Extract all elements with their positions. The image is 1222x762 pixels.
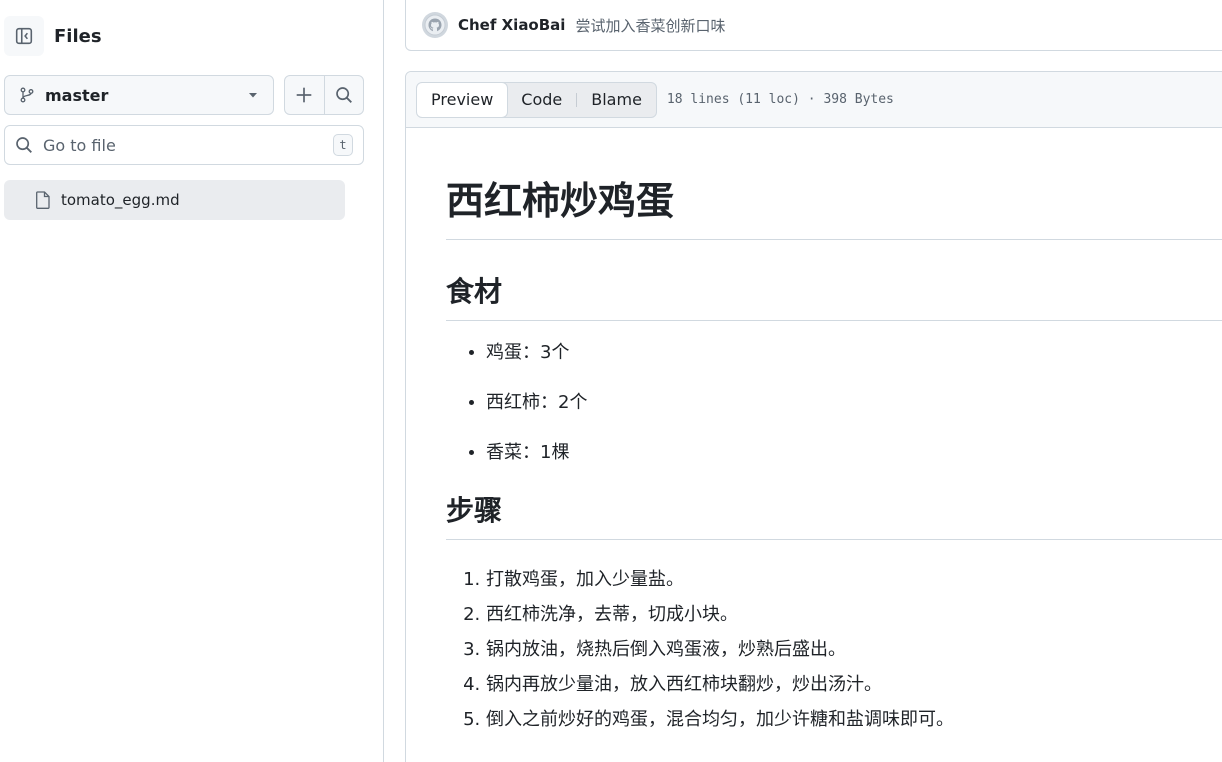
list-item: 锅内再放少量油，放入西红柿块翻炒，炒出汤汁。	[486, 667, 1222, 702]
shortcut-key-hint: t	[333, 134, 353, 156]
plus-icon	[297, 87, 312, 103]
github-avatar-icon	[424, 14, 446, 36]
list-item: 鸡蛋：3个	[486, 339, 1222, 367]
list-item: 打散鸡蛋，加入少量盐。	[486, 562, 1222, 597]
search-files-button[interactable]	[323, 76, 363, 114]
list-item: 倒入之前炒好的鸡蛋，混合均匀，加少许糖和盐调味即可。	[486, 702, 1222, 737]
search-icon	[16, 137, 32, 153]
tab-code[interactable]: Code	[507, 83, 576, 117]
branch-selector-button[interactable]: master	[4, 75, 274, 115]
ingredients-heading: 食材	[446, 270, 1222, 321]
sidebar-collapse-icon	[15, 27, 33, 45]
recipe-title: 西红柿炒鸡蛋	[446, 170, 1222, 240]
file-meta-info: 18 lines (11 loc) · 398 Bytes	[666, 92, 894, 107]
sidebar-title: Files	[54, 25, 102, 47]
file-name: tomato_egg.md	[61, 191, 180, 209]
steps-list: 打散鸡蛋，加入少量盐。 西红柿洗净，去蒂，切成小块。 锅内放油，烧热后倒入鸡蛋液…	[446, 562, 1222, 737]
commit-author[interactable]: Chef XiaoBai	[458, 16, 565, 34]
list-item: 香菜：1棵	[486, 439, 1222, 467]
git-branch-icon	[20, 87, 34, 103]
markdown-preview: 西红柿炒鸡蛋 食材 鸡蛋：3个 西红柿：2个 香菜：1棵 步骤 打散鸡蛋，加入少…	[406, 170, 1222, 737]
list-item: 锅内放油，烧热后倒入鸡蛋液，炒熟后盛出。	[486, 632, 1222, 667]
search-icon	[336, 87, 352, 103]
view-mode-segmented-control: Preview Code Blame	[416, 81, 657, 118]
add-file-button[interactable]	[285, 76, 324, 114]
tab-preview[interactable]: Preview	[416, 82, 509, 117]
branch-name: master	[45, 85, 109, 105]
collapse-sidebar-button[interactable]	[4, 16, 44, 56]
commit-message[interactable]: 尝试加入香菜创新口味	[575, 15, 725, 36]
author-avatar[interactable]	[422, 12, 448, 38]
list-item: 西红柿：2个	[486, 389, 1222, 417]
file-tree-sidebar: Files master Go to file t tomato_egg.md	[0, 0, 384, 762]
caret-down-icon	[249, 93, 257, 98]
tab-blame[interactable]: Blame	[577, 83, 656, 117]
app-root: Files master Go to file t tomato_egg.md …	[0, 0, 1222, 762]
go-to-file-input[interactable]	[43, 135, 333, 155]
file-icon	[36, 191, 50, 209]
file-viewer-header: Preview Code Blame 18 lines (11 loc) · 3…	[406, 72, 1222, 128]
file-viewer: Preview Code Blame 18 lines (11 loc) · 3…	[405, 71, 1222, 762]
go-to-file-box: t	[4, 125, 364, 165]
latest-commit-bar: Chef XiaoBai 尝试加入香菜创新口味	[405, 0, 1222, 51]
file-actions-group	[284, 75, 364, 115]
ingredients-list: 鸡蛋：3个 西红柿：2个 香菜：1棵	[446, 339, 1222, 467]
file-tree-item[interactable]: tomato_egg.md	[4, 180, 345, 220]
list-item: 西红柿洗净，去蒂，切成小块。	[486, 597, 1222, 632]
steps-heading: 步骤	[446, 489, 1222, 540]
sidebar-header: Files	[4, 16, 102, 56]
